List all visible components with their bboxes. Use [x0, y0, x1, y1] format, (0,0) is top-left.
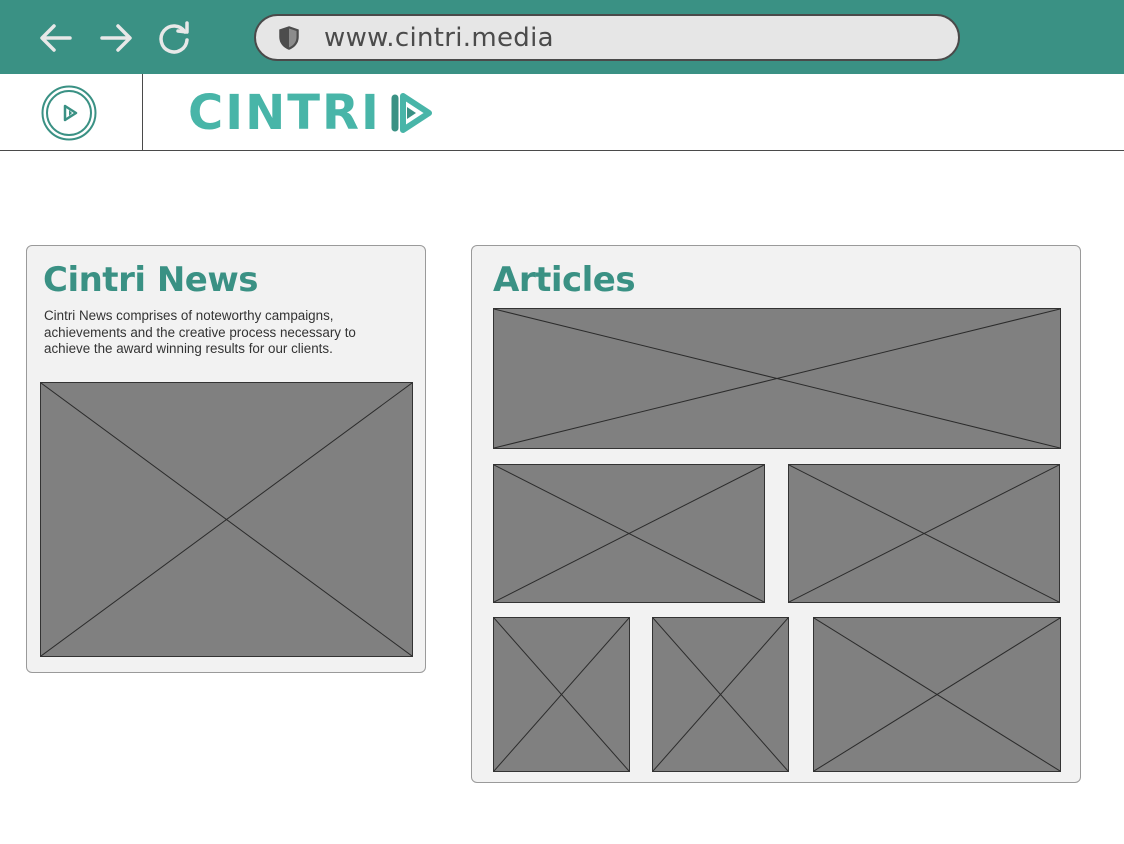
arrow-right-icon: [100, 24, 132, 52]
news-card: Cintri News Cintri News comprises of not…: [26, 245, 426, 673]
articles-card: Articles: [471, 245, 1081, 783]
url-text: www.cintri.media: [324, 23, 554, 53]
arrow-left-icon: [40, 24, 72, 52]
image-placeholder-icon: [814, 618, 1060, 771]
news-title: Cintri News: [43, 260, 259, 300]
news-description-line: achievements and the creative process ne…: [44, 324, 356, 340]
reload-icon: [159, 21, 189, 54]
news-description: Cintri News comprises of noteworthy camp…: [44, 308, 404, 358]
image-placeholder-icon: [494, 309, 1060, 448]
play-hexagon-icon: [391, 93, 432, 133]
news-image-placeholder[interactable]: [40, 382, 413, 657]
image-placeholder-icon: [494, 465, 764, 602]
image-placeholder-icon: [41, 383, 412, 656]
site-header: CINTRI: [0, 74, 1124, 151]
article-image-placeholder[interactable]: [813, 617, 1061, 772]
image-placeholder-icon: [494, 618, 629, 771]
address-bar[interactable]: www.cintri.media: [254, 14, 960, 61]
articles-title: Articles: [493, 260, 636, 300]
article-image-placeholder[interactable]: [788, 464, 1060, 603]
play-circle-icon[interactable]: [41, 85, 97, 141]
shield-icon: [279, 26, 299, 50]
article-image-placeholder[interactable]: [652, 617, 789, 772]
article-image-placeholder[interactable]: [493, 464, 765, 603]
back-button[interactable]: [36, 18, 76, 58]
article-image-placeholder[interactable]: [493, 617, 630, 772]
reload-button[interactable]: [154, 18, 194, 58]
article-image-placeholder[interactable]: [493, 308, 1061, 449]
news-description-line: Cintri News comprises of noteworthy camp…: [44, 308, 334, 323]
image-placeholder-icon: [789, 465, 1059, 602]
image-placeholder-icon: [653, 618, 788, 771]
news-description-line: achieve the award winning results for ou…: [44, 341, 333, 356]
header-divider: [142, 74, 143, 151]
browser-toolbar: www.cintri.media: [0, 0, 1124, 74]
brand-logo[interactable]: CINTRI: [188, 86, 435, 140]
brand-name: CINTRI: [188, 85, 381, 141]
forward-button[interactable]: [96, 18, 136, 58]
